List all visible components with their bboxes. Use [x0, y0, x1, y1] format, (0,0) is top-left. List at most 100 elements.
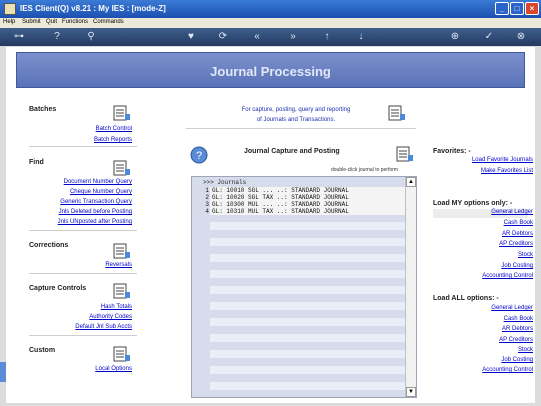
- document-icon: [113, 105, 130, 121]
- menu-help[interactable]: Help: [3, 19, 15, 25]
- toolbar: ⊶ ? ⚲ ♥ ⟳ « » ↑ ↓ ⊕ ✓ ⊗: [0, 28, 541, 46]
- document-icon: [113, 346, 130, 362]
- empty-row: [210, 318, 406, 326]
- link-all-general-ledger[interactable]: General Ledger: [491, 305, 533, 311]
- empty-row: [210, 350, 406, 358]
- table-row[interactable]: 3 GL: 10300 MUL ... ..: STANDARD JOURNAL: [192, 201, 406, 208]
- empty-row: [210, 222, 406, 230]
- divider: [29, 335, 137, 336]
- link-my-cash-book[interactable]: Cash Book: [504, 220, 533, 226]
- help-icon[interactable]: ?: [50, 30, 64, 43]
- main-panel: Journal Processing Batches Batch Control…: [6, 47, 535, 403]
- table-row[interactable]: 1 GL: 10010 SGL ... ..: STANDARD JOURNAL: [192, 187, 406, 194]
- cancel-icon[interactable]: ⊗: [514, 30, 528, 43]
- capture-title: Journal Capture and Posting: [244, 148, 340, 155]
- svg-text:?: ?: [196, 150, 202, 162]
- document-icon: [113, 283, 130, 299]
- grid-header: >>> Journals: [203, 179, 247, 186]
- link-all-stock[interactable]: Stock: [518, 347, 533, 353]
- link-document-number-query[interactable]: Document Number Query: [64, 179, 132, 185]
- empty-row: [210, 238, 406, 246]
- divider: [186, 128, 416, 129]
- link-my-accounting-control[interactable]: Accounting Control: [482, 273, 533, 279]
- grid-scrollbar[interactable]: ▲ ▼: [405, 177, 416, 397]
- maximize-icon[interactable]: □: [510, 2, 524, 15]
- key-icon[interactable]: ⊶: [8, 30, 30, 43]
- up-icon[interactable]: ↑: [320, 30, 334, 43]
- link-my-ap-creditors[interactable]: AP Creditors: [499, 241, 533, 247]
- table-row[interactable]: 4 GL: 10310 MUL TAX ..: STANDARD JOURNAL: [192, 208, 406, 215]
- corrections-heading: Corrections: [29, 242, 69, 249]
- empty-row: [210, 382, 406, 390]
- link-my-general-ledger[interactable]: General Ledger: [491, 209, 533, 215]
- document-icon: [113, 243, 130, 259]
- link-reversals[interactable]: Reversals: [105, 262, 132, 268]
- title-bar: IES Client(Q) v8.21 : My IES : [mode-Z] …: [0, 0, 541, 18]
- link-all-accounting-control[interactable]: Accounting Control: [482, 367, 533, 373]
- next-icon[interactable]: »: [286, 30, 300, 43]
- intro-line-1: For capture, posting, query and reportin…: [241, 107, 351, 113]
- link-hash-totals[interactable]: Hash Totals: [101, 304, 132, 310]
- link-cheque-number-query[interactable]: Cheque Number Query: [70, 189, 132, 195]
- link-batch-reports[interactable]: Batch Reports: [94, 137, 132, 143]
- link-my-stock[interactable]: Stock: [518, 252, 533, 258]
- find-heading: Find: [29, 159, 44, 166]
- first-icon[interactable]: «: [250, 30, 264, 43]
- link-local-options[interactable]: Local Options: [95, 366, 132, 372]
- minimize-icon[interactable]: _: [495, 2, 509, 15]
- empty-row: [210, 254, 406, 262]
- all-options-heading: Load ALL options: -: [433, 295, 499, 302]
- menu-functions[interactable]: Functions: [62, 19, 88, 25]
- intro-line-2: of Journals and Transactions.: [256, 117, 336, 123]
- journal-grid[interactable]: >>> Journals 1 GL: 10010 SGL ... ..: STAN…: [191, 176, 417, 398]
- menu-submit[interactable]: Submit: [22, 19, 41, 25]
- scroll-up-icon[interactable]: ▲: [406, 177, 416, 187]
- document-icon: [396, 146, 413, 162]
- add-icon[interactable]: ⊕: [448, 30, 462, 43]
- down-icon[interactable]: ↓: [354, 30, 368, 43]
- scroll-down-icon[interactable]: ▼: [406, 387, 416, 397]
- favorites-heading: Favorites: -: [433, 148, 471, 155]
- info-icon: ?: [190, 146, 208, 164]
- app-window: IES Client(Q) v8.21 : My IES : [mode-Z] …: [0, 0, 541, 406]
- refresh-icon[interactable]: ⟳: [216, 30, 230, 43]
- custom-heading: Custom: [29, 347, 56, 354]
- divider: [29, 146, 137, 147]
- link-batch-control[interactable]: Batch Control: [96, 126, 132, 132]
- page-title: Journal Processing: [210, 64, 331, 79]
- search-icon[interactable]: ⚲: [84, 30, 98, 43]
- document-icon: [113, 160, 130, 176]
- link-all-ar-debtors[interactable]: AR Debtors: [502, 326, 533, 332]
- link-default-jnl-sub-accts[interactable]: Default Jnl Sub Accts: [75, 324, 132, 330]
- link-load-favorite-journals[interactable]: Load Favorite Journals: [472, 157, 533, 163]
- link-authority-codes[interactable]: Authority Codes: [89, 314, 132, 320]
- table-row[interactable]: 2 GL: 10020 SGL TAX ..: STANDARD JOURNAL: [192, 194, 406, 201]
- capture-controls-heading: Capture Controls: [29, 285, 87, 292]
- link-make-favorites-list[interactable]: Make Favorites List: [481, 168, 533, 174]
- link-all-cash-book[interactable]: Cash Book: [504, 316, 533, 322]
- confirm-icon[interactable]: ✓: [482, 30, 496, 43]
- page-banner: Journal Processing: [16, 52, 525, 88]
- empty-row: [210, 334, 406, 342]
- window-title: IES Client(Q) v8.21 : My IES : [mode-Z]: [20, 4, 166, 13]
- favorite-icon[interactable]: ♥: [184, 30, 198, 43]
- link-my-ar-debtors[interactable]: AR Debtors: [502, 231, 533, 237]
- divider: [29, 230, 137, 231]
- close-icon[interactable]: ×: [525, 2, 539, 15]
- empty-row: [210, 270, 406, 278]
- link-generic-transaction-query[interactable]: Generic Transaction Query: [60, 199, 132, 205]
- link-my-job-costing[interactable]: Job Costing: [501, 263, 533, 269]
- link-all-job-costing[interactable]: Job Costing: [501, 357, 533, 363]
- link-all-ap-creditors[interactable]: AP Creditors: [499, 337, 533, 343]
- divider: [29, 273, 137, 274]
- menu-bar: Help Submit Quit Functions Commands: [0, 18, 541, 28]
- link-jnls-unposted[interactable]: Jnls UNposted after Posting: [58, 219, 132, 225]
- batches-heading: Batches: [29, 106, 57, 113]
- link-jnls-deleted[interactable]: Jnls Deleted before Posting: [59, 209, 132, 215]
- my-options-heading: Load MY options only: -: [433, 200, 513, 207]
- side-tab[interactable]: [0, 362, 6, 382]
- menu-commands[interactable]: Commands: [93, 19, 124, 25]
- empty-row: [210, 286, 406, 294]
- menu-quit[interactable]: Quit: [46, 19, 57, 25]
- app-icon: [4, 3, 16, 15]
